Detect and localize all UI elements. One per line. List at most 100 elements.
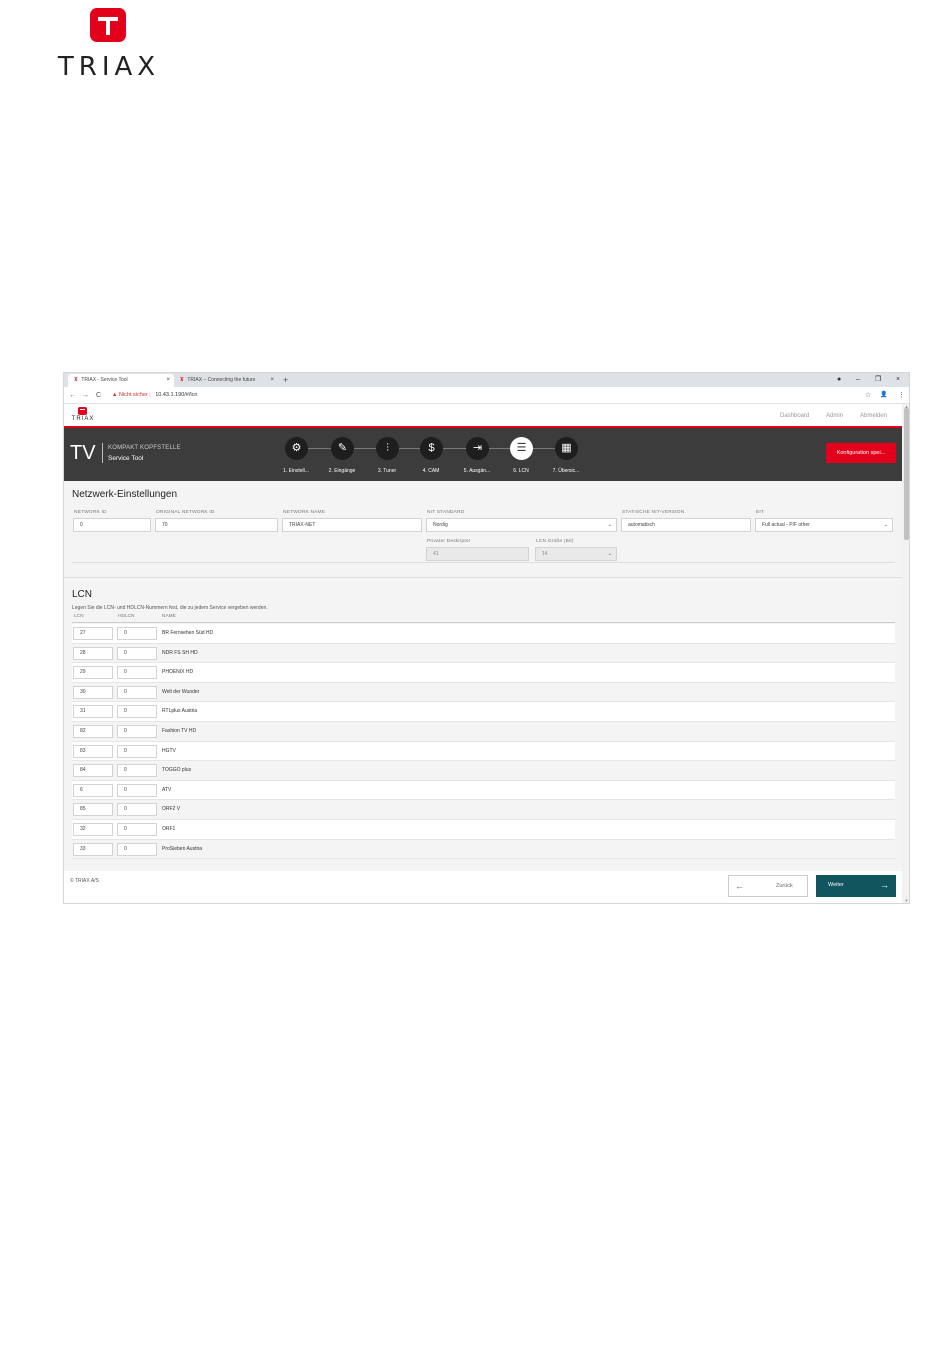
network-name-input[interactable]: TRIAX-NET <box>282 518 422 532</box>
static-nit-version-input[interactable]: automatisch <box>621 518 751 532</box>
scroll-down-icon[interactable]: ▼ <box>902 898 909 903</box>
step-label-outputs[interactable]: 5. Ausgän... <box>454 468 500 474</box>
step-label-cam[interactable]: 4. CAM <box>408 468 454 474</box>
restore-icon[interactable]: ❐ <box>875 373 881 387</box>
reload-icon[interactable]: C <box>96 387 101 404</box>
step-outputs-exit-icon[interactable]: ⇥ <box>466 437 489 460</box>
step-cam-card-icon[interactable]: $ <box>420 437 443 460</box>
hdlcn-input[interactable]: 0 <box>117 725 157 738</box>
nav-logout-link[interactable]: Abmelden <box>860 404 887 428</box>
nit-standard-select[interactable]: Nordig ⌄ <box>426 518 617 532</box>
hdlcn-input[interactable]: 0 <box>117 646 157 660</box>
hdlcn-input[interactable]: 0 <box>117 783 157 797</box>
save-configuration-button[interactable]: Konfiguration spei... <box>826 443 896 463</box>
minimize-icon[interactable]: – <box>856 373 860 387</box>
eit-select[interactable]: Full actual - P/F other ⌄ <box>755 518 893 532</box>
network-id-input[interactable]: 0 <box>73 518 151 532</box>
lcn-input[interactable]: 6 <box>73 783 113 797</box>
hdlcn-input[interactable]: 0 <box>117 823 157 836</box>
copyright: © TRIAX A/S <box>70 878 99 884</box>
app-header: TRIAX Dashboard Admin Abmelden <box>64 404 902 428</box>
arrow-left-icon: ← <box>735 881 744 891</box>
column-lcn: LCN <box>74 614 84 619</box>
hdlcn-input[interactable]: 0 <box>117 842 157 856</box>
lcn-input[interactable]: 84 <box>73 764 113 778</box>
lcn-input[interactable]: 85 <box>73 803 113 817</box>
bookmark-star-icon[interactable]: ☆ <box>865 387 871 404</box>
warning-icon: ▲ <box>112 392 118 398</box>
hdlcn-input[interactable]: 0 <box>117 627 157 640</box>
triax-document-logo: TRIAX <box>50 8 168 82</box>
step-label-tuner[interactable]: 3. Tuner <box>364 468 410 474</box>
next-button[interactable]: Weiter → <box>816 875 896 897</box>
footer: © TRIAX A/S ← Zurück Weiter → <box>64 871 902 903</box>
tv-title: TV <box>70 442 96 464</box>
step-inputs-pen-icon[interactable]: ✎ <box>331 437 354 460</box>
lcn-input[interactable]: 28 <box>73 646 113 660</box>
close-tab-icon[interactable]: × <box>166 374 170 387</box>
product-subtitle: Service Tool <box>108 455 144 462</box>
step-overview-grid-icon[interactable]: ▦ <box>555 437 578 460</box>
table-row: 32 0 ORF1 <box>72 820 895 840</box>
nav-admin-link[interactable]: Admin <box>826 404 843 428</box>
chevron-down-icon: ⌄ <box>883 522 888 528</box>
step-label-settings[interactable]: 1. Einstell... <box>273 468 319 474</box>
window-close-icon[interactable]: × <box>896 373 900 387</box>
main-content: Netzwerk-Einstellungen NETWORK ID 0 ORIG… <box>64 481 902 871</box>
close-tab-icon[interactable]: × <box>270 374 274 387</box>
table-row: 33 0 ProSieben Austria <box>72 839 895 860</box>
lcn-input[interactable]: 29 <box>73 666 113 680</box>
original-network-id-label: ORIGINAL NETWORK ID <box>156 510 215 515</box>
lcn-input[interactable]: 30 <box>73 685 113 699</box>
table-row: 85 0 ORF2 V <box>72 800 895 820</box>
lcn-input[interactable]: 82 <box>73 725 113 738</box>
service-name: NDR FS SH HD <box>162 649 198 656</box>
lcn-input[interactable]: 83 <box>73 744 113 758</box>
step-label-overview[interactable]: 7. Übersic... <box>543 468 589 474</box>
nav-dashboard-link[interactable]: Dashboard <box>780 404 809 428</box>
step-tuner-sliders-icon[interactable]: ⫶ <box>376 437 399 460</box>
extension-icon[interactable]: ● <box>837 373 841 387</box>
browser-tab-bar: ⊼ TRIAX - Service Tool × ⊼ TRIAX – Conne… <box>64 373 909 387</box>
new-tab-button[interactable]: + <box>283 373 288 387</box>
service-name: ProSieben Austria <box>162 845 203 852</box>
url-field[interactable]: ▲ Nicht sicher | 10.43.1.190/#/lcn <box>112 390 197 401</box>
profile-icon[interactable]: 👤 <box>880 387 887 404</box>
network-id-label: NETWORK ID <box>74 510 107 515</box>
hdlcn-input[interactable]: 0 <box>117 803 157 817</box>
step-settings-gear-icon[interactable]: ⚙ <box>285 437 308 460</box>
triax-logo-icon <box>90 8 126 42</box>
browser-address-bar: ← → C ▲ Nicht sicher | 10.43.1.190/#/lcn… <box>64 387 909 404</box>
forward-icon[interactable]: → <box>82 387 89 404</box>
browser-menu-icon[interactable]: ⋮ <box>898 387 905 404</box>
hdlcn-input[interactable]: 0 <box>117 666 157 680</box>
page-scrollbar[interactable]: ▲ ▼ <box>902 404 909 903</box>
original-network-id-input[interactable]: 70 <box>155 518 278 532</box>
browser-tab-service-tool[interactable]: ⊼ TRIAX - Service Tool × <box>68 374 174 387</box>
lcn-input[interactable]: 27 <box>73 627 113 640</box>
chevron-down-icon: ⌄ <box>607 551 612 557</box>
hdlcn-input[interactable]: 0 <box>117 744 157 758</box>
lcn-input[interactable]: 31 <box>73 705 113 719</box>
step-lcn-list-icon[interactable]: ☰ <box>510 437 533 460</box>
browser-screenshot: ⊼ TRIAX - Service Tool × ⊼ TRIAX – Conne… <box>63 372 910 904</box>
scrollbar-thumb[interactable] <box>904 408 909 540</box>
hdlcn-input[interactable]: 0 <box>117 764 157 778</box>
hdlcn-input[interactable]: 0 <box>117 685 157 699</box>
arrow-right-icon: → <box>880 880 889 890</box>
service-name: Fashion TV HD <box>162 728 197 734</box>
browser-tab-triax-home[interactable]: ⊼ TRIAX – Connecting the future × <box>174 374 278 387</box>
back-icon[interactable]: ← <box>69 387 76 404</box>
lcn-input[interactable]: 33 <box>73 842 113 856</box>
hdlcn-input[interactable]: 0 <box>117 705 157 719</box>
triax-logo-icon <box>78 407 87 415</box>
back-button[interactable]: ← Zurück <box>728 875 808 897</box>
step-label-lcn[interactable]: 6. LCN <box>498 468 544 474</box>
lcn-input[interactable]: 32 <box>73 823 113 836</box>
table-row: 27 0 BR Fernsehen Süd HD <box>72 624 895 644</box>
app-logo[interactable]: TRIAX <box>70 407 96 425</box>
triax-wordmark: TRIAX <box>57 52 161 82</box>
step-label-inputs[interactable]: 2. Eingänge <box>319 468 365 474</box>
lcn-description: Legen Sie die LCN- und HDLCN-Nummern fes… <box>72 605 268 611</box>
service-name: Welt der Wunder <box>162 688 200 695</box>
